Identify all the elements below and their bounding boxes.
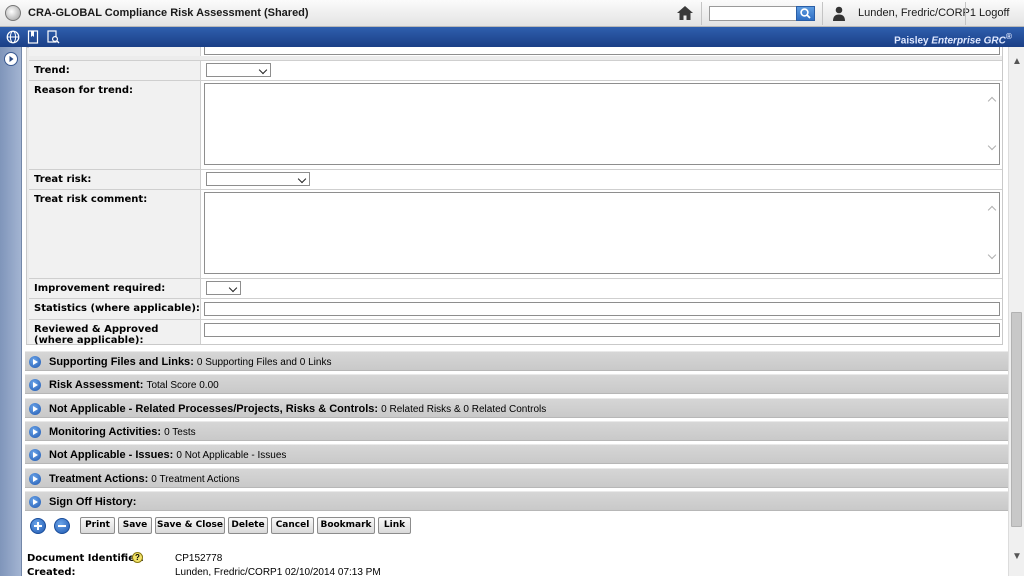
form-row: [29, 47, 1002, 56]
expand-all-button[interactable]: [30, 518, 46, 534]
toolbar-separator: [822, 2, 823, 25]
section-sign-off-history[interactable]: Sign Off History:: [25, 491, 1008, 511]
section-supporting-files[interactable]: Supporting Files and Links: 0 Supporting…: [25, 351, 1008, 371]
play-icon: [9, 56, 14, 62]
delete-button[interactable]: Delete: [228, 517, 268, 534]
section-title: Not Applicable - Issues: [49, 449, 170, 461]
left-rail: [0, 47, 22, 576]
risk-form: Trend: Reason for trend: Treat risk: Tre…: [26, 47, 1003, 346]
form-row-improvement: Improvement required:: [29, 278, 1002, 298]
treat-comment-label: Treat risk comment:: [29, 190, 201, 278]
window-title: CRA-GLOBAL Compliance Risk Assessment (S…: [28, 7, 309, 19]
globe-icon[interactable]: [6, 30, 20, 44]
reviewed-label: Reviewed & Approved (where applicable):: [29, 320, 201, 346]
treat-risk-select[interactable]: [206, 172, 310, 186]
save-close-button[interactable]: Save & Close: [155, 517, 225, 534]
scroll-down-icon: [987, 144, 997, 152]
statistics-input[interactable]: [204, 302, 1000, 316]
section-info: 0 Treatment Actions: [151, 474, 240, 485]
section-issues[interactable]: Not Applicable - Issues: 0 Not Applicabl…: [25, 444, 1008, 464]
scroll-down-arrow-icon[interactable]: ▼: [1012, 552, 1022, 562]
user-icon: [833, 6, 845, 21]
treat-comment-textarea[interactable]: [204, 192, 1000, 274]
treat-risk-label: Treat risk:: [29, 170, 201, 189]
expand-icon[interactable]: [29, 403, 41, 415]
print-button[interactable]: Print: [80, 517, 115, 534]
form-row-reviewed: Reviewed & Approved (where applicable):: [29, 319, 1002, 346]
trend-select[interactable]: [206, 63, 271, 77]
expand-icon[interactable]: [29, 426, 41, 438]
form-row-treat-risk: Treat risk:: [29, 169, 1002, 189]
scrollbar-thumb[interactable]: [1011, 312, 1022, 527]
brand-label: Paisley Enterprise GRC®: [894, 31, 1012, 47]
section-info: 0 Not Applicable - Issues: [176, 450, 287, 461]
reason-textarea[interactable]: [204, 83, 1000, 165]
section-treatment-actions[interactable]: Treatment Actions: 0 Treatment Actions: [25, 468, 1008, 488]
bookmark-icon[interactable]: [26, 30, 40, 44]
search-icon: [800, 8, 811, 19]
section-info: Total Score 0.00: [146, 380, 219, 391]
scroll-down-icon: [987, 253, 997, 261]
main-content: Trend: Reason for trend: Treat risk: Tre…: [23, 47, 1008, 576]
toolbar-separator: [965, 2, 966, 25]
reviewed-input[interactable]: [204, 323, 1000, 337]
section-title: Monitoring Activities: [49, 426, 158, 438]
search-input[interactable]: [709, 6, 797, 21]
form-row-trend: Trend:: [29, 60, 1002, 80]
section-info: 0 Related Risks & 0 Related Controls: [381, 404, 547, 415]
app-toolbar: Paisley Enterprise GRC®: [0, 27, 1024, 47]
created-value: Lunden, Fredric/CORP1 02/10/2014 07:13 P…: [175, 567, 381, 576]
search-button[interactable]: [796, 6, 815, 21]
link-button[interactable]: Link: [378, 517, 411, 534]
help-icon[interactable]: ?: [132, 552, 143, 563]
expand-icon[interactable]: [29, 496, 41, 508]
section-monitoring-activities[interactable]: Monitoring Activities: 0 Tests: [25, 421, 1008, 441]
reason-label: Reason for trend:: [29, 81, 201, 169]
document-search-icon[interactable]: [46, 30, 60, 44]
text-field[interactable]: [204, 47, 1000, 55]
section-title: Sign Off History: [49, 496, 133, 508]
trend-label: Trend:: [29, 61, 201, 80]
scroll-up-icon: [987, 96, 997, 104]
expand-panel-button[interactable]: [4, 52, 18, 66]
doc-id-label: Document Identifier:: [27, 553, 144, 564]
section-related-processes[interactable]: Not Applicable - Related Processes/Proje…: [25, 398, 1008, 418]
save-button[interactable]: Save: [118, 517, 152, 534]
improvement-select[interactable]: [206, 281, 241, 295]
section-title: Risk Assessment: [49, 379, 140, 391]
cancel-button[interactable]: Cancel: [271, 517, 314, 534]
section-info: 0 Supporting Files and 0 Links: [196, 357, 332, 368]
home-icon[interactable]: [676, 5, 694, 21]
form-row-statistics: Statistics (where applicable):: [29, 298, 1002, 319]
user-name[interactable]: Lunden, Fredric/CORP1: [858, 7, 976, 19]
created-label: Created:: [27, 567, 76, 576]
title-bar: CRA-GLOBAL Compliance Risk Assessment (S…: [0, 0, 1024, 27]
vertical-scrollbar[interactable]: ▲ ▼: [1008, 47, 1024, 576]
form-row-treat-comment: Treat risk comment:: [29, 189, 1002, 278]
expand-icon[interactable]: [29, 379, 41, 391]
collapse-all-button[interactable]: [54, 518, 70, 534]
logoff-link[interactable]: Logoff: [979, 7, 1009, 19]
form-row-reason: Reason for trend:: [29, 80, 1002, 169]
section-title: Treatment Actions: [49, 473, 145, 485]
toolbar-separator: [701, 2, 702, 25]
bookmark-button[interactable]: Bookmark: [317, 517, 375, 534]
doc-id-value: CP152778: [175, 553, 223, 564]
app-logo-icon: [5, 5, 21, 21]
expand-icon[interactable]: [29, 449, 41, 461]
scroll-up-icon: [987, 205, 997, 213]
section-info: 0 Tests: [164, 427, 196, 438]
scroll-up-arrow-icon[interactable]: ▲: [1012, 57, 1022, 67]
section-title: Supporting Files and Links: [49, 356, 191, 368]
expand-icon[interactable]: [29, 356, 41, 368]
expand-icon[interactable]: [29, 473, 41, 485]
improvement-label: Improvement required:: [29, 279, 201, 298]
section-risk-assessment[interactable]: Risk Assessment: Total Score 0.00: [25, 374, 1008, 394]
statistics-label: Statistics (where applicable):: [29, 299, 201, 319]
section-title: Not Applicable - Related Processes/Proje…: [49, 403, 375, 415]
